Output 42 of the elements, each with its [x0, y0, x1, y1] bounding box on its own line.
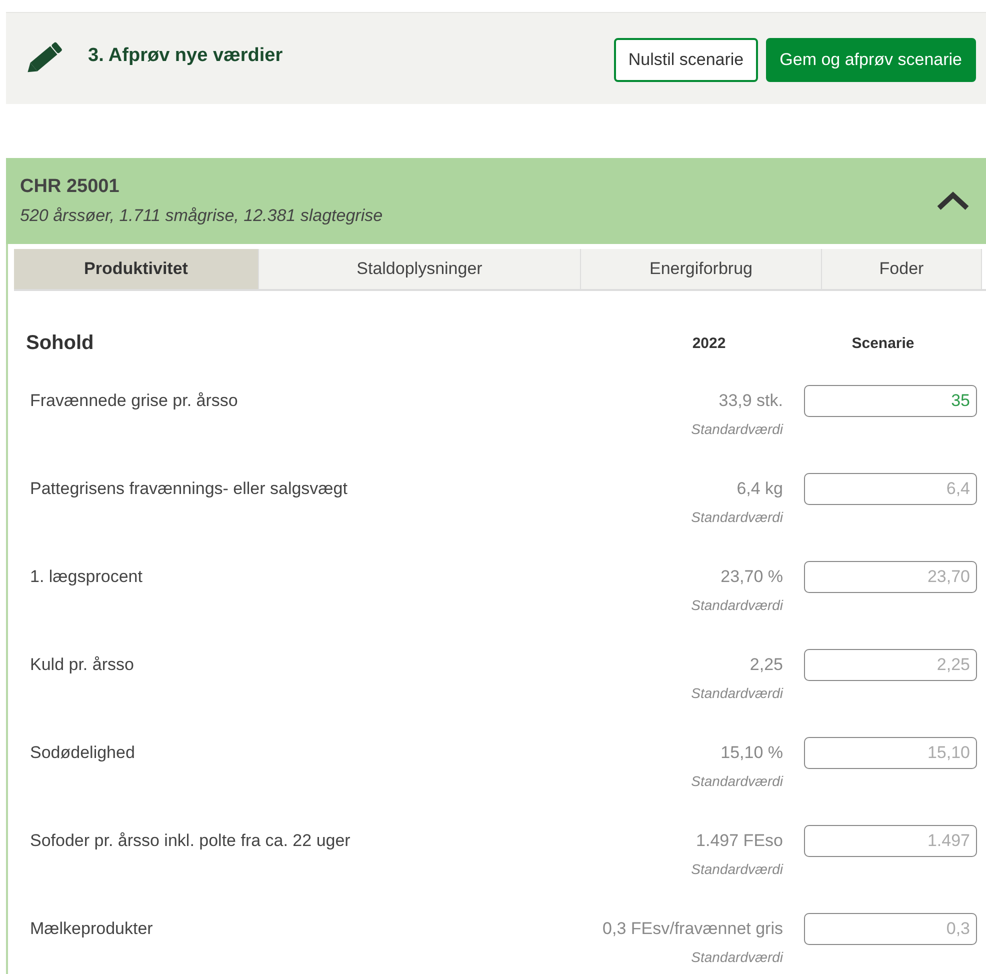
column-header: Scenarie — [850, 334, 916, 352]
value-note: Standardværdi — [691, 949, 783, 965]
column-header: 2022 — [691, 334, 727, 352]
current-value: 15,10 % — [720, 743, 783, 763]
tab[interactable]: Foder — [822, 249, 982, 289]
tab[interactable]: Energiforbrug — [581, 249, 822, 289]
value-note: Standardværdi — [691, 773, 783, 789]
farm-subtitle: 520 årssøer, 1.711 smågrise, 12.381 slagtegrise — [20, 206, 384, 226]
value-note: Standardværdi — [691, 509, 783, 525]
farm-title: CHR 25001 — [20, 176, 120, 198]
row-label: Sofoder pr. årsso inkl. polte fra ca. 22 uger — [29, 830, 352, 851]
current-value: 2,25 — [750, 655, 783, 675]
row-label: Fravænnede grise pr. årsso — [29, 390, 239, 411]
tab[interactable]: Produktivitet — [14, 249, 259, 289]
scenario-input[interactable]: 0,3 — [804, 913, 977, 945]
current-value: 23,70 % — [720, 567, 783, 587]
current-value: 0,3 FEsv/fravænnet gris — [602, 919, 783, 939]
current-value: 1.497 FEso — [696, 831, 783, 851]
row-label: Sodødelighed — [29, 742, 136, 763]
section-title: Sohold — [26, 332, 95, 354]
reset-button[interactable]: Nulstil scenarie — [614, 38, 758, 82]
row-label: Mælkeprodukter — [29, 918, 154, 939]
scenario-input[interactable]: 23,70 — [804, 561, 977, 593]
scenario-input[interactable]: 1.497 — [804, 825, 977, 857]
chevron-icon[interactable] — [936, 191, 970, 211]
row-label: Kuld pr. årsso — [29, 654, 135, 675]
row-label: 1. lægsprocent — [29, 566, 144, 587]
scenario-input[interactable]: 6,4 — [804, 473, 977, 505]
farm-header[interactable]: CHR 25001 520 årssøer, 1.711 smågrise, 12.381 slagtegrise — [6, 158, 986, 244]
value-note: Standardværdi — [691, 421, 783, 437]
current-value: 33,9 stk. — [718, 391, 783, 411]
tab[interactable]: Staldoplysninger — [259, 249, 581, 289]
step-title: 3. Afprøv nye værdier — [88, 44, 284, 66]
row-label: Pattegrisens fravænnings- eller salgsvægt — [29, 478, 348, 499]
value-note: Standardværdi — [691, 861, 783, 877]
scenario-input[interactable]: 2,25 — [804, 649, 977, 681]
scenario-input[interactable]: 15,10 — [804, 737, 977, 769]
scenario-input[interactable]: 35 — [804, 385, 977, 417]
save-button[interactable]: Gem og afprøv scenarie — [766, 38, 976, 82]
value-note: Standardværdi — [691, 685, 783, 701]
current-value: 6,4 kg — [736, 479, 783, 499]
value-note: Standardværdi — [691, 597, 783, 613]
